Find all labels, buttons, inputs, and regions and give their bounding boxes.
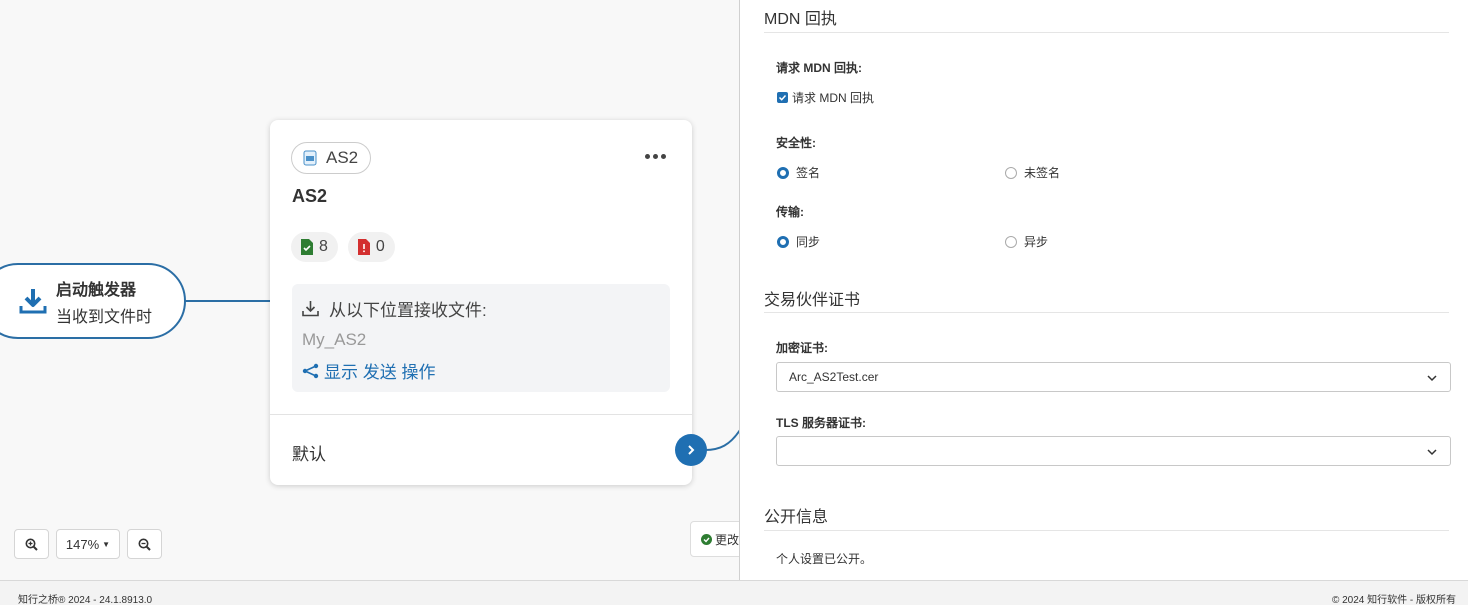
radio-sync[interactable] <box>777 235 789 248</box>
transport-option-sync[interactable]: 同步 <box>777 233 820 250</box>
changes-status-chip[interactable]: 更改 <box>690 521 739 557</box>
section-divider <box>764 530 1449 531</box>
flow-connector <box>183 300 273 302</box>
request-mdn-checkbox-label: 请求 MDN 回执 <box>792 91 874 105</box>
zoom-level-value: 147% <box>65 536 100 552</box>
download-icon <box>302 301 319 317</box>
transport-option-label: 异步 <box>1024 235 1049 249</box>
check-circle-icon <box>701 533 712 545</box>
as2-connector-card[interactable]: AS2 AS2 8 0 从以下位置接收文件: My_AS2 显示 发送 操作 默… <box>270 120 692 485</box>
public-info-section-title: 公开信息 <box>764 509 829 526</box>
changes-status-label: 更改 <box>715 532 739 547</box>
card-divider <box>270 414 692 415</box>
default-output-label: 默认 <box>292 445 326 464</box>
badge-label: AS2 <box>326 148 359 167</box>
mdn-section-title: MDN 回执 <box>764 11 837 28</box>
chevron-right-icon <box>688 445 695 455</box>
radio-signed[interactable] <box>777 166 789 179</box>
show-send-action-link[interactable]: 显示 发送 操作 <box>302 358 660 383</box>
section-divider <box>764 312 1449 313</box>
settings-panel: MDN 回执 请求 MDN 回执: 请求 MDN 回执 安全性: 签名 未签名 … <box>739 0 1468 580</box>
zoom-in-button[interactable] <box>14 529 49 559</box>
encryption-cert-label: 加密证书: <box>776 341 828 355</box>
encryption-cert-select[interactable]: Arc_AS2Test.cer <box>776 362 1451 392</box>
public-info-text: 个人设置已公开。 <box>776 552 873 566</box>
transport-label: 传输: <box>776 205 804 219</box>
flow-canvas[interactable]: 启动触发器 当收到文件时 AS2 AS2 8 0 从以下位置接收文件: My_A… <box>0 0 739 580</box>
receive-info-box: 从以下位置接收文件: My_AS2 显示 发送 操作 <box>292 284 670 392</box>
zoom-level-dropdown[interactable]: 147% ▼ <box>56 529 120 559</box>
security-option-label: 签名 <box>796 166 821 180</box>
more-options-icon[interactable] <box>645 154 666 159</box>
radio-async[interactable] <box>1005 235 1017 248</box>
download-icon <box>19 289 47 314</box>
tls-cert-select[interactable] <box>776 436 1451 466</box>
zoom-in-icon <box>25 538 38 551</box>
encryption-cert-value: Arc_AS2Test.cer <box>789 370 879 384</box>
chevron-down-icon <box>1427 449 1437 456</box>
caret-down-icon: ▼ <box>102 539 111 549</box>
card-title: AS2 <box>292 186 328 206</box>
zoom-out-button[interactable] <box>127 529 162 559</box>
error-count-badge[interactable]: 0 <box>347 232 395 262</box>
request-mdn-checkbox-row[interactable]: 请求 MDN 回执 <box>777 89 874 106</box>
file-success-icon <box>301 239 313 255</box>
next-step-button[interactable] <box>675 434 707 466</box>
zoom-out-icon <box>138 538 151 551</box>
partner-certs-section-title: 交易伙伴证书 <box>764 292 861 309</box>
security-label: 安全性: <box>776 136 816 150</box>
connector-type-badge: AS2 <box>291 142 372 174</box>
file-error-icon <box>357 239 370 255</box>
footer: 知行之桥® 2024 - 24.1.8913.0 © 2024 知行软件 - 版… <box>0 580 1468 605</box>
request-mdn-checkbox[interactable] <box>777 92 788 103</box>
success-count: 8 <box>319 238 328 255</box>
request-mdn-label: 请求 MDN 回执: <box>776 61 862 75</box>
section-divider <box>764 32 1449 33</box>
trigger-title: 启动触发器 <box>56 281 137 299</box>
share-icon <box>302 363 319 378</box>
security-option-label: 未签名 <box>1024 166 1061 180</box>
as2-icon <box>303 150 317 166</box>
tls-cert-label: TLS 服务器证书: <box>776 416 866 430</box>
footer-copyright: © 2024 知行软件 - 版权所有 <box>1331 595 1456 605</box>
error-count: 0 <box>375 238 385 255</box>
trigger-subtitle: 当收到文件时 <box>56 308 153 326</box>
check-icon <box>778 94 787 101</box>
footer-version: 知行之桥® 2024 - 24.1.8913.0 <box>18 595 153 605</box>
chevron-down-icon <box>1427 375 1437 382</box>
security-option-signed[interactable]: 签名 <box>777 164 820 181</box>
show-send-action-label: 显示 发送 操作 <box>324 363 436 382</box>
transport-option-label: 同步 <box>796 235 821 249</box>
start-trigger-node[interactable]: 启动触发器 当收到文件时 <box>0 263 186 339</box>
security-option-unsigned[interactable]: 未签名 <box>1005 164 1060 181</box>
receive-label: 从以下位置接收文件: <box>329 301 487 320</box>
radio-unsigned[interactable] <box>1005 166 1017 179</box>
transport-option-async[interactable]: 异步 <box>1005 233 1048 250</box>
receive-path: My_AS2 <box>302 330 367 349</box>
success-count-badge[interactable]: 8 <box>291 232 338 262</box>
